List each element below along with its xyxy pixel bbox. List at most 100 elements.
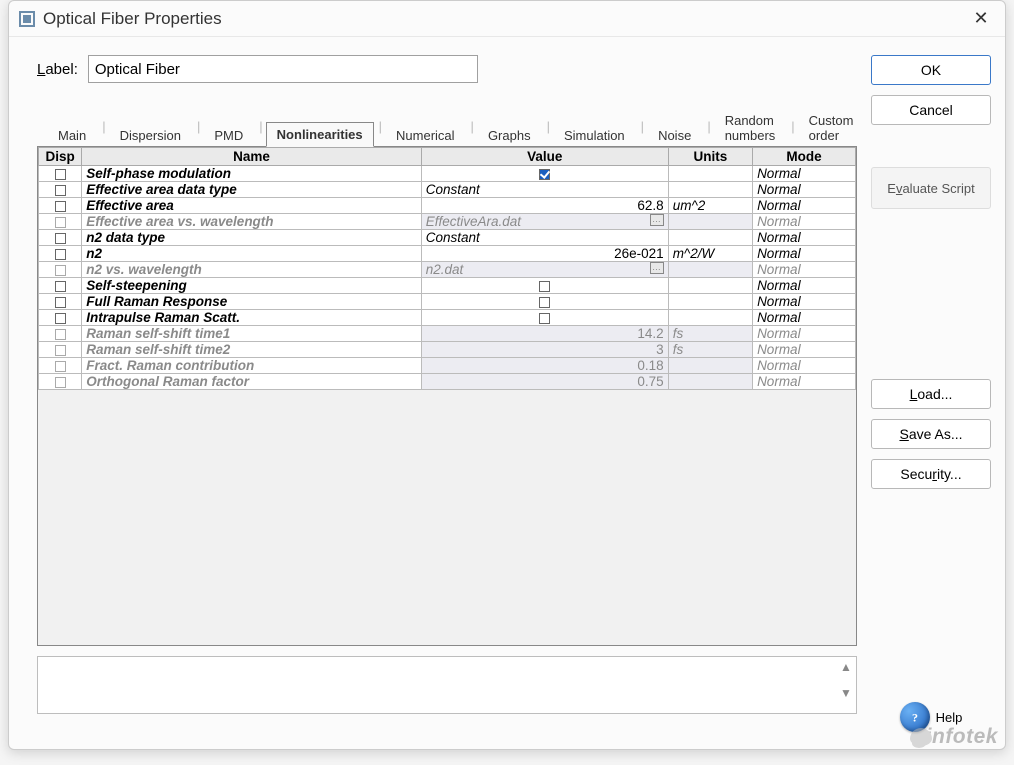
param-mode[interactable]: Normal	[753, 310, 856, 326]
col-value[interactable]: Value	[421, 148, 668, 166]
param-mode[interactable]: Normal	[753, 262, 856, 278]
param-value[interactable]: EffectiveAra.dat…	[421, 214, 668, 230]
tab-pmd[interactable]: PMD	[203, 123, 254, 147]
param-mode[interactable]: Normal	[753, 182, 856, 198]
table-row: n2 vs. wavelengthn2.dat…Normal	[39, 262, 856, 278]
value-checkbox[interactable]	[539, 169, 550, 180]
right-pane: OK Cancel Evaluate Script Load... Save A…	[871, 55, 991, 739]
param-units	[668, 294, 752, 310]
load-button[interactable]: Load...	[871, 379, 991, 409]
security-button[interactable]: Security...	[871, 459, 991, 489]
col-units[interactable]: Units	[668, 148, 752, 166]
param-value[interactable]: 62.8	[421, 198, 668, 214]
param-mode[interactable]: Normal	[753, 358, 856, 374]
col-name[interactable]: Name	[82, 148, 422, 166]
titlebar: Optical Fiber Properties ✕	[9, 1, 1005, 37]
disp-checkbox[interactable]	[39, 358, 82, 374]
disp-checkbox[interactable]	[39, 198, 82, 214]
param-mode[interactable]: Normal	[753, 214, 856, 230]
disp-checkbox[interactable]	[39, 182, 82, 198]
tab-main[interactable]: Main	[47, 123, 97, 147]
disp-checkbox[interactable]	[39, 342, 82, 358]
tab-nonlinearities[interactable]: Nonlinearities	[266, 122, 374, 147]
evaluate-script-button[interactable]: Evaluate Script	[871, 167, 991, 209]
param-value[interactable]	[421, 278, 668, 294]
tab-custom-order[interactable]: Custom order	[798, 108, 865, 147]
disp-checkbox[interactable]	[39, 310, 82, 326]
param-value[interactable]: 3	[421, 342, 668, 358]
property-grid[interactable]: Disp Name Value Units Mode Self-phase mo…	[37, 146, 857, 646]
param-mode[interactable]: Normal	[753, 278, 856, 294]
param-units	[668, 230, 752, 246]
tab-noise[interactable]: Noise	[647, 123, 702, 147]
ok-button[interactable]: OK	[871, 55, 991, 85]
param-value[interactable]: 14.2	[421, 326, 668, 342]
col-mode[interactable]: Mode	[753, 148, 856, 166]
tab-strip: Main|Dispersion|PMD|Nonlinearities|Numer…	[37, 107, 857, 146]
tab-numerical[interactable]: Numerical	[385, 123, 466, 147]
description-box[interactable]: ▲ ▼	[37, 656, 857, 714]
help-label[interactable]: Help	[936, 710, 963, 725]
param-mode[interactable]: Normal	[753, 246, 856, 262]
tab-separator: |	[376, 119, 385, 134]
param-mode[interactable]: Normal	[753, 374, 856, 390]
disp-checkbox[interactable]	[39, 262, 82, 278]
close-icon[interactable]: ✕	[967, 5, 995, 33]
param-value[interactable]: 0.18	[421, 358, 668, 374]
param-units	[668, 358, 752, 374]
param-mode[interactable]: Normal	[753, 326, 856, 342]
param-mode[interactable]: Normal	[753, 198, 856, 214]
param-value[interactable]: Constant	[421, 230, 668, 246]
tab-separator: |	[256, 119, 265, 134]
table-row: Fract. Raman contribution0.18Normal	[39, 358, 856, 374]
disp-checkbox[interactable]	[39, 166, 82, 182]
spin-down-icon[interactable]: ▼	[838, 687, 854, 711]
app-icon	[19, 11, 35, 27]
param-mode[interactable]: Normal	[753, 342, 856, 358]
table-row: Self-phase modulation Normal	[39, 166, 856, 182]
param-value[interactable]: Constant	[421, 182, 668, 198]
browse-button[interactable]: …	[650, 262, 664, 274]
label-input[interactable]	[88, 55, 478, 83]
param-units	[668, 310, 752, 326]
param-value[interactable]: 0.75	[421, 374, 668, 390]
tab-graphs[interactable]: Graphs	[477, 123, 542, 147]
cancel-button[interactable]: Cancel	[871, 95, 991, 125]
disp-checkbox[interactable]	[39, 326, 82, 342]
param-value[interactable]	[421, 310, 668, 326]
tab-separator: |	[704, 119, 713, 134]
disp-checkbox[interactable]	[39, 374, 82, 390]
tab-separator: |	[99, 119, 108, 134]
left-pane: Label: Main|Dispersion|PMD|Nonlinearitie…	[37, 55, 857, 739]
value-checkbox[interactable]	[539, 281, 550, 292]
help-icon[interactable]: ?	[900, 702, 930, 732]
param-mode[interactable]: Normal	[753, 230, 856, 246]
param-value[interactable]	[421, 166, 668, 182]
disp-checkbox[interactable]	[39, 214, 82, 230]
value-checkbox[interactable]	[539, 297, 550, 308]
param-name: Effective area	[82, 198, 422, 214]
table-row: Effective area vs. wavelengthEffectiveAr…	[39, 214, 856, 230]
param-value[interactable]: 26e-021	[421, 246, 668, 262]
table-row: Raman self-shift time114.2fsNormal	[39, 326, 856, 342]
disp-checkbox[interactable]	[39, 278, 82, 294]
browse-button[interactable]: …	[650, 214, 664, 226]
param-name: Raman self-shift time1	[82, 326, 422, 342]
param-units	[668, 374, 752, 390]
disp-checkbox[interactable]	[39, 230, 82, 246]
param-value[interactable]	[421, 294, 668, 310]
disp-checkbox[interactable]	[39, 294, 82, 310]
param-units	[668, 214, 752, 230]
param-name: Self-phase modulation	[82, 166, 422, 182]
tab-dispersion[interactable]: Dispersion	[109, 123, 192, 147]
tab-random-numbers[interactable]: Random numbers	[714, 108, 787, 147]
disp-checkbox[interactable]	[39, 246, 82, 262]
param-mode[interactable]: Normal	[753, 294, 856, 310]
col-disp[interactable]: Disp	[39, 148, 82, 166]
save-as-button[interactable]: Save As...	[871, 419, 991, 449]
value-checkbox[interactable]	[539, 313, 550, 324]
param-value[interactable]: n2.dat…	[421, 262, 668, 278]
param-mode[interactable]: Normal	[753, 166, 856, 182]
spin-up-icon[interactable]: ▲	[838, 661, 854, 685]
tab-simulation[interactable]: Simulation	[553, 123, 636, 147]
